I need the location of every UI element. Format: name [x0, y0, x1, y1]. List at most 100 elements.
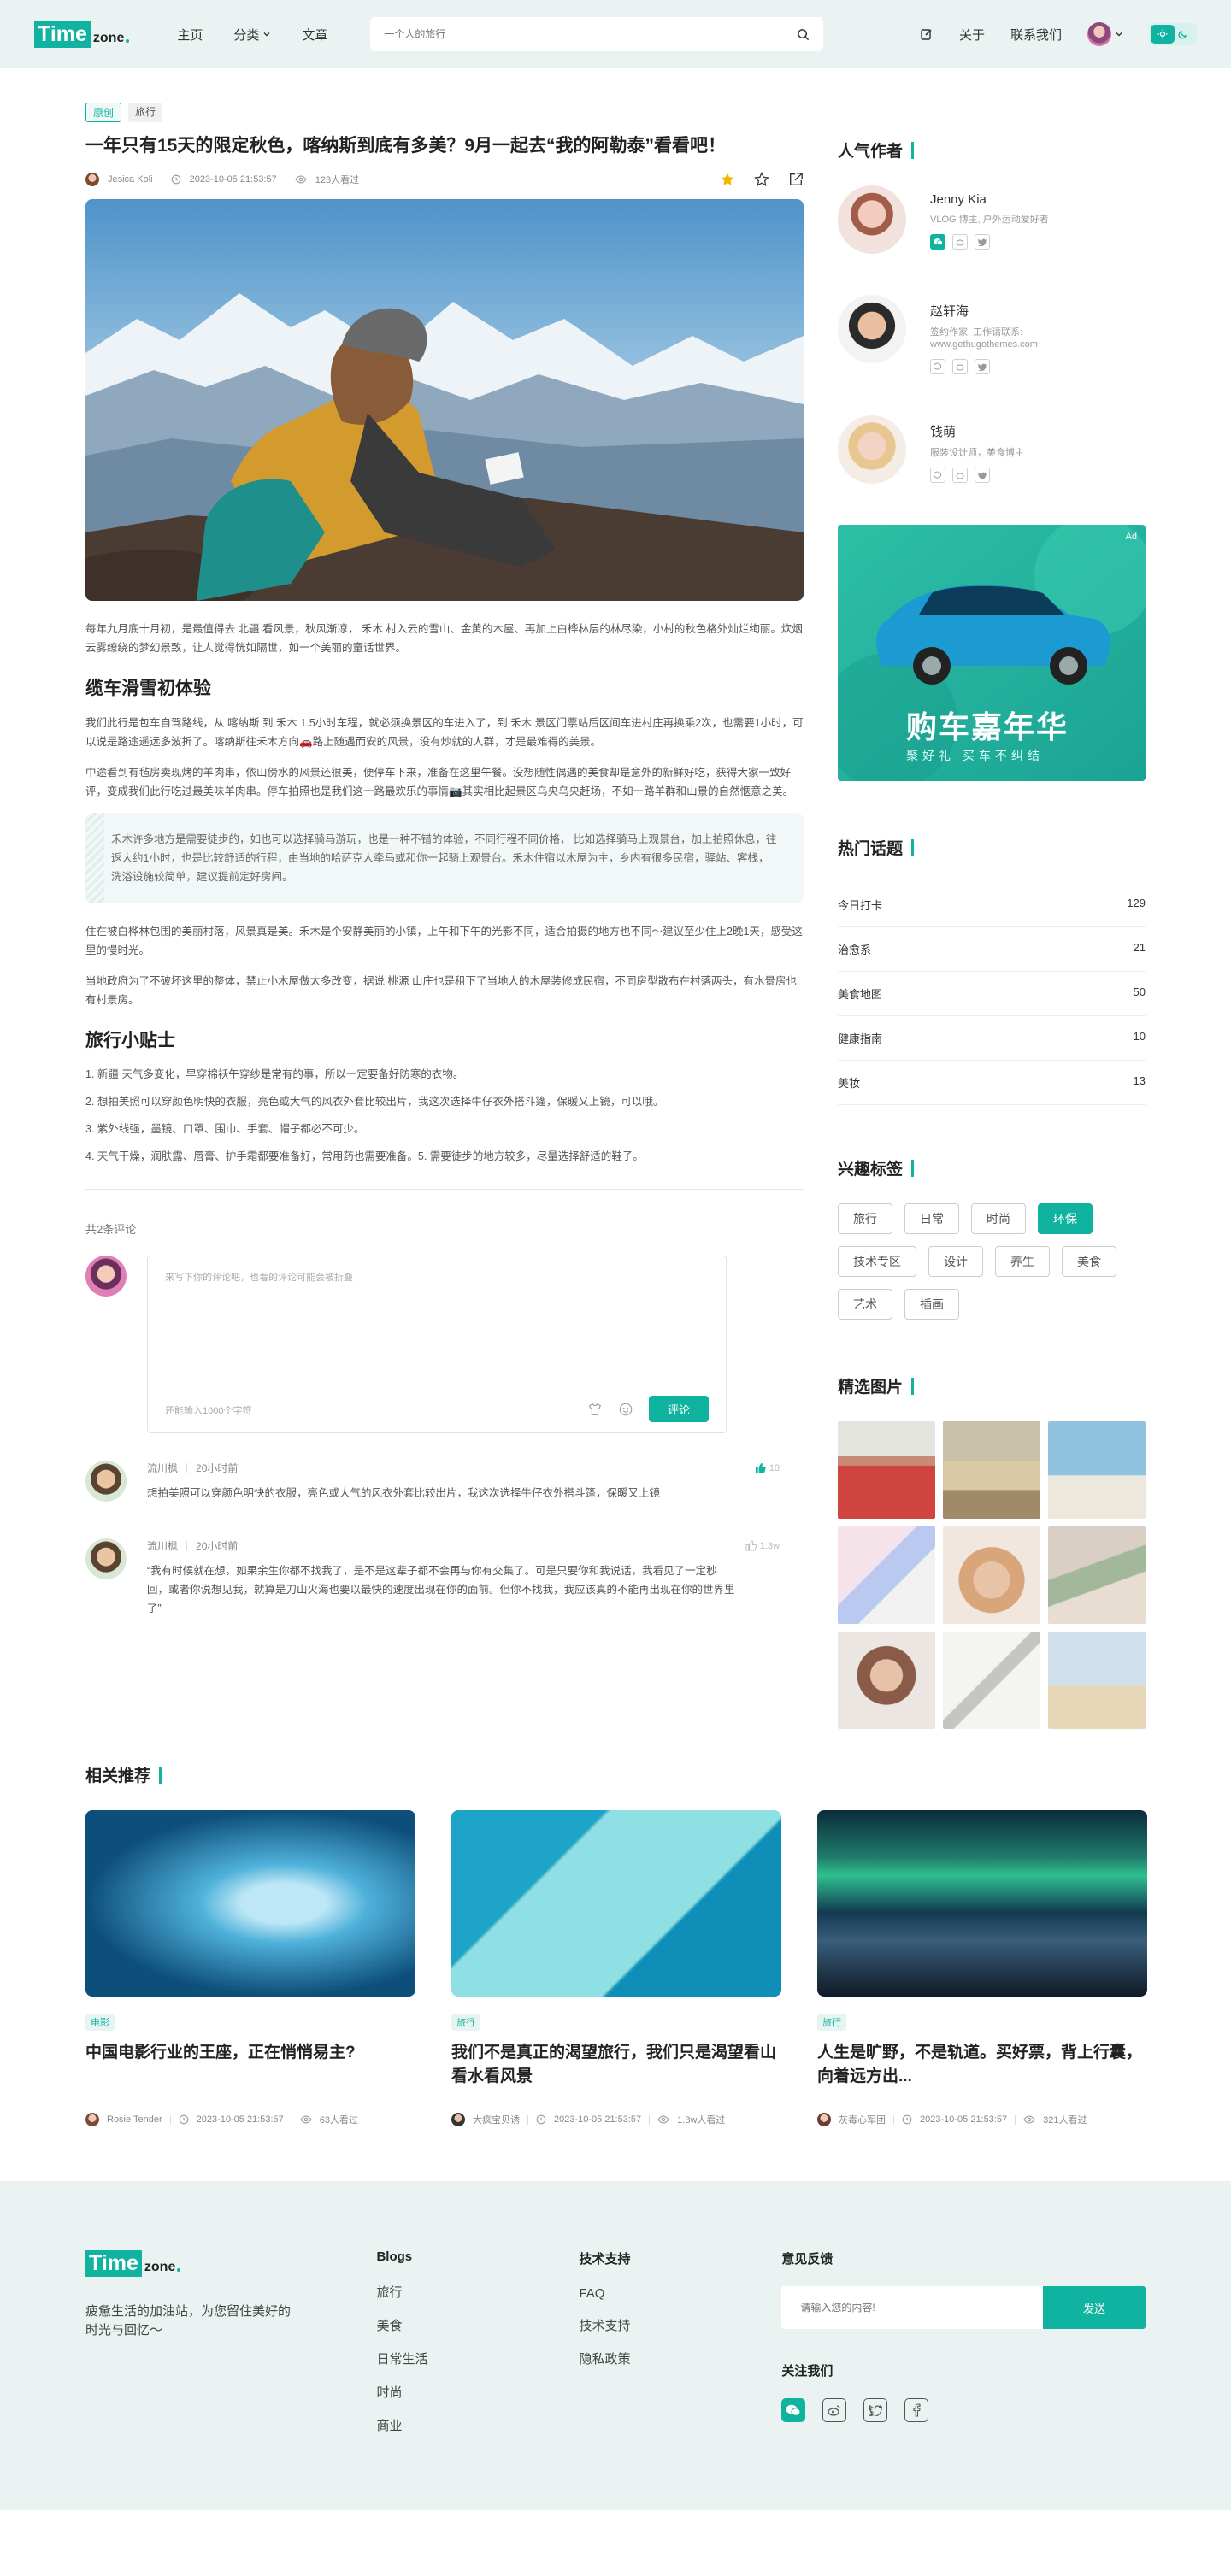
- user-menu[interactable]: [1087, 22, 1123, 46]
- card-title: 人生是旷野，不是轨道。买好票，背上行囊，向着远方出...: [817, 2044, 1143, 2085]
- gallery-photo[interactable]: [838, 1632, 935, 1729]
- gallery-photo[interactable]: [838, 1526, 935, 1624]
- card-tag: 电影: [85, 2014, 115, 2031]
- tag-chip[interactable]: 美食: [1062, 1246, 1116, 1277]
- tag-chip[interactable]: 设计: [928, 1246, 983, 1277]
- divider: [527, 2114, 528, 2125]
- emoji-icon[interactable]: [618, 1402, 633, 1417]
- gallery-photo[interactable]: [1048, 1632, 1146, 1729]
- commenter-name[interactable]: 流川枫: [147, 1538, 178, 1553]
- gallery-photo[interactable]: [943, 1526, 1040, 1624]
- shirt-icon[interactable]: [587, 1402, 603, 1417]
- gallery-photo[interactable]: [943, 1632, 1040, 1729]
- tag-chip[interactable]: 技术专区: [838, 1246, 916, 1277]
- gallery-photo[interactable]: [943, 1421, 1040, 1519]
- twitter-icon[interactable]: [863, 2398, 888, 2422]
- footer-description: 疲惫生活的加油站，为您留住美好的时光与回忆～: [85, 2304, 292, 2338]
- related-section: 相关推荐 电影 中国电影行业的王座，正在悄悄易主? Rosie Tender 2…: [85, 1763, 1147, 2126]
- weibo-icon[interactable]: [952, 468, 968, 483]
- footer-link[interactable]: 技术支持: [579, 2316, 781, 2334]
- feedback-input[interactable]: [781, 2286, 1043, 2329]
- wechat-icon[interactable]: [930, 468, 945, 483]
- nav-home[interactable]: 主页: [177, 26, 203, 44]
- author-website[interactable]: www.gethugothemes.com: [930, 338, 1038, 350]
- like-button[interactable]: 10: [755, 1462, 780, 1473]
- edit-icon[interactable]: [920, 27, 934, 41]
- nav-contact[interactable]: 联系我们: [1010, 26, 1062, 44]
- weibo-icon[interactable]: [822, 2398, 847, 2422]
- blockquote-text: 禾木许多地方是需要徒步的，如也可以选择骑马游玩，也是一种不错的体验，不同行程不同…: [111, 833, 777, 883]
- commenter-name[interactable]: 流川枫: [147, 1461, 178, 1475]
- topic-item[interactable]: 治愈系 21: [838, 927, 1146, 972]
- facebook-icon[interactable]: [904, 2398, 929, 2422]
- star-filled-icon[interactable]: [720, 172, 735, 187]
- submit-comment-button[interactable]: 评论: [648, 1396, 709, 1422]
- author-avatar[interactable]: [85, 173, 99, 186]
- gallery-photo[interactable]: [838, 1421, 935, 1519]
- star-outline-icon[interactable]: [754, 172, 769, 187]
- tag-chip[interactable]: 艺术: [838, 1289, 892, 1320]
- author-name[interactable]: Jesica Koli: [108, 174, 153, 185]
- section-heading: 旅行小贴士: [85, 1031, 175, 1050]
- comment-textarea[interactable]: 来写下你的评论吧，也看的评论可能会被折叠 还能输入1000个字符 评论: [147, 1256, 727, 1433]
- footer-link[interactable]: 时尚: [376, 2383, 579, 2401]
- feedback-send-button[interactable]: 发送: [1042, 2286, 1146, 2329]
- tag-chip[interactable]: 旅行: [838, 1203, 892, 1234]
- footer-link[interactable]: 旅行: [376, 2283, 579, 2301]
- paragraph-intro: 每年九月底十月初，是最值得去 北疆 看风景，秋风渐凉， 禾木 村入云的雪山、金黄…: [85, 623, 803, 654]
- topic-item[interactable]: 今日打卡 129: [838, 883, 1146, 927]
- weibo-icon[interactable]: [952, 234, 968, 250]
- author-card[interactable]: Jenny Kia VLOG 博主, 户外运动爱好者: [838, 185, 1146, 254]
- publish-date: 2023-10-05 21:53:57: [189, 174, 277, 185]
- tag-chip-active[interactable]: 环保: [1038, 1203, 1093, 1234]
- wechat-icon[interactable]: [930, 359, 945, 374]
- topic-item[interactable]: 美妆 13: [838, 1061, 1146, 1105]
- share-icon[interactable]: [788, 172, 804, 187]
- tag-chip[interactable]: 插画: [904, 1289, 959, 1320]
- author-card[interactable]: 赵轩海 签约作家, 工作请联系: www.gethugothemes.com: [838, 295, 1146, 374]
- related-card[interactable]: 旅行 人生是旷野，不是轨道。买好票，背上行囊，向着远方出... 灰毒心军团 20…: [817, 1810, 1147, 2126]
- comment-header: 流川枫 20小时前 10: [147, 1461, 780, 1475]
- tag-chip[interactable]: 时尚: [971, 1203, 1026, 1234]
- footer-link[interactable]: 美食: [376, 2316, 579, 2334]
- paragraph: 当地政府为了不破坏这里的整体，禁止小木屋做太多改变，据说 桃源 山庄也是租下了当…: [85, 975, 797, 1006]
- wechat-icon[interactable]: [781, 2398, 806, 2422]
- topic-item[interactable]: 健康指南 10: [838, 1016, 1146, 1061]
- tag-chip[interactable]: 养生: [995, 1246, 1050, 1277]
- search-icon[interactable]: [797, 28, 810, 41]
- weibo-icon[interactable]: [952, 359, 968, 374]
- sun-icon: [1151, 25, 1175, 44]
- gallery-photo[interactable]: [1048, 1421, 1146, 1519]
- related-card[interactable]: 电影 中国电影行业的王座，正在悄悄易主? Rosie Tender 2023-1…: [85, 1810, 415, 2126]
- footer-link[interactable]: 隐私政策: [579, 2350, 781, 2367]
- category-badge[interactable]: 旅行: [128, 103, 163, 122]
- gallery-photo[interactable]: [1048, 1526, 1146, 1624]
- footer-col-title: Blogs: [376, 2250, 413, 2264]
- wechat-icon[interactable]: [930, 234, 945, 250]
- original-badge: 原创: [85, 103, 122, 122]
- twitter-icon[interactable]: [975, 468, 990, 483]
- topic-item[interactable]: 美食地图 50: [838, 972, 1146, 1016]
- tag-chip[interactable]: 日常: [904, 1203, 959, 1234]
- footer-col-title: 意见反馈: [781, 2252, 833, 2267]
- search-input[interactable]: [384, 28, 798, 40]
- footer-link[interactable]: 商业: [376, 2416, 579, 2434]
- footer-link[interactable]: 日常生活: [376, 2350, 579, 2367]
- twitter-icon[interactable]: [975, 234, 990, 250]
- theme-toggle[interactable]: [1149, 23, 1197, 45]
- site-logo[interactable]: Time zone: [34, 21, 130, 48]
- footer-social: [781, 2398, 1146, 2422]
- card-title: 我们不是真正的渴望旅行，我们只是渴望看山看水看风景: [451, 2044, 777, 2085]
- footer-logo[interactable]: Time zone: [85, 2250, 328, 2277]
- ad-banner[interactable]: Ad 购车嘉年华 聚好礼 买车不纠结: [838, 525, 1146, 781]
- topic-name: 美妆: [838, 1077, 861, 1090]
- author-card[interactable]: 钱萌 服装设计师，美食博主: [838, 415, 1146, 484]
- nav-about[interactable]: 关于: [959, 26, 985, 44]
- like-button[interactable]: 1.3w: [745, 1540, 780, 1551]
- twitter-icon[interactable]: [975, 359, 990, 374]
- nav-articles[interactable]: 文章: [302, 26, 327, 44]
- nav-category[interactable]: 分类: [233, 26, 271, 44]
- ad-title: 购车嘉年华: [906, 709, 1069, 744]
- related-card[interactable]: 旅行 我们不是真正的渴望旅行，我们只是渴望看山看水看风景 大疯宝贝诱 2023-…: [451, 1810, 781, 2126]
- footer-link[interactable]: FAQ: [579, 2286, 781, 2301]
